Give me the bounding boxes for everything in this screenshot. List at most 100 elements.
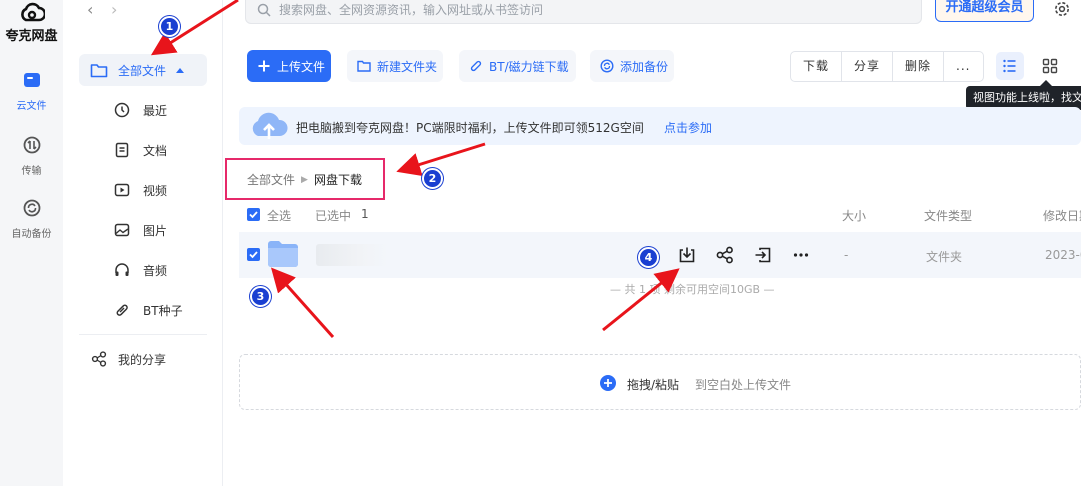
headphones-icon xyxy=(115,263,129,276)
link-icon xyxy=(116,304,128,316)
row-size: - xyxy=(844,248,849,262)
plus-icon xyxy=(258,60,270,72)
drop-hint: 到空白处上传文件 xyxy=(695,378,792,392)
row-checkbox[interactable] xyxy=(247,248,260,261)
cloud-upload-icon xyxy=(252,112,288,139)
list-icon xyxy=(1003,59,1016,73)
step-badge-2: 2 xyxy=(422,168,443,189)
rail-cloud-files[interactable]: 云文件 xyxy=(0,70,63,112)
drop-action: 拖拽/粘贴 xyxy=(627,378,680,392)
download-button[interactable]: 下载 xyxy=(791,52,843,81)
app-logo: 夸克网盘 xyxy=(0,0,63,44)
share-button[interactable]: 分享 xyxy=(842,52,894,81)
back-arrow-icon[interactable]: ‹ xyxy=(87,0,93,19)
check-icon xyxy=(249,211,258,219)
clock-icon xyxy=(114,102,130,118)
select-all-label: 全选 xyxy=(267,209,292,223)
nav-item-documents[interactable]: 文档 xyxy=(113,141,167,159)
link-icon xyxy=(470,60,482,72)
check-icon xyxy=(249,251,258,259)
rail-label: 自动备份 xyxy=(11,229,52,240)
bt-download-button[interactable]: BT/磁力链下载 xyxy=(459,50,576,82)
add-backup-label: 添加备份 xyxy=(620,59,669,74)
top-bar: ‹ › 开通超级会员 xyxy=(63,0,1081,28)
row-type: 文件夹 xyxy=(926,250,963,264)
backup-icon xyxy=(23,199,40,217)
banner-link[interactable]: 点击参加 xyxy=(664,119,712,136)
nav-all-files[interactable]: 全部文件 xyxy=(79,54,207,86)
grid-view-button[interactable] xyxy=(1036,52,1064,80)
rail-transfer[interactable]: 传输 xyxy=(0,135,63,177)
more-button[interactable]: ... xyxy=(944,52,982,81)
grid-icon xyxy=(1042,58,1058,74)
more-icon[interactable] xyxy=(791,245,811,265)
breadcrumb: 全部文件 ▶ 网盘下载 xyxy=(247,171,362,188)
breadcrumb-current: 网盘下载 xyxy=(313,173,362,187)
folder-outline-icon xyxy=(90,64,108,78)
share-icon[interactable] xyxy=(715,245,735,265)
step-badge-1: 1 xyxy=(159,16,180,37)
search-icon xyxy=(257,3,271,17)
nav-item-label: 最近 xyxy=(143,103,168,118)
nav-item-label: 图片 xyxy=(143,223,168,238)
nav-item-video[interactable]: 视频 xyxy=(113,181,167,199)
blurred-file-name xyxy=(316,244,388,266)
file-action-group: 下载 分享 删除 ... xyxy=(790,51,984,82)
nav-my-share[interactable]: 我的分享 xyxy=(90,350,166,368)
backup-icon xyxy=(600,59,614,73)
new-folder-label: 新建文件夹 xyxy=(377,59,438,74)
col-size[interactable]: 大小 xyxy=(842,207,866,224)
search-box[interactable] xyxy=(245,0,922,24)
nav-item-bt[interactable]: BT种子 xyxy=(113,301,183,319)
nav-item-images[interactable]: 图片 xyxy=(113,221,167,239)
table-header: 全选 已选中 1 大小 文件类型 修改日期 xyxy=(239,205,1081,225)
video-icon xyxy=(114,183,130,197)
left-rail: 夸克网盘 云文件 传输 自动备份 xyxy=(0,0,63,486)
nav-item-label: BT种子 xyxy=(143,303,183,318)
breadcrumb-root[interactable]: 全部文件 xyxy=(247,171,295,188)
delete-button[interactable]: 删除 xyxy=(893,52,945,81)
cloud-logo-icon xyxy=(20,2,45,22)
image-icon xyxy=(114,223,130,237)
file-nav: 全部文件 最近 文档 视频 图片 音频 BT种子 我的分享 xyxy=(63,0,223,486)
arrow-2 xyxy=(396,142,486,177)
move-icon[interactable] xyxy=(753,245,773,265)
document-icon xyxy=(115,142,129,158)
vip-button[interactable]: 开通超级会员 xyxy=(935,0,1034,22)
table-row[interactable]: - 文件夹 2023-0 xyxy=(239,232,1081,278)
rail-label: 传输 xyxy=(21,166,42,177)
chevron-right-icon: ▶ xyxy=(301,174,308,185)
banner-text: 把电脑搬到夸克网盘！PC端限时福利，上传文件即可领512G空间 xyxy=(296,121,644,135)
col-type[interactable]: 文件类型 xyxy=(924,207,972,224)
col-modified[interactable]: 修改日期 xyxy=(1043,207,1081,224)
caret-up-icon[interactable] xyxy=(176,67,185,73)
step-badge-3: 3 xyxy=(250,286,271,307)
folder-icon xyxy=(268,241,298,267)
selected-label: 已选中 xyxy=(315,209,352,223)
search-input[interactable] xyxy=(279,2,879,17)
app-name: 夸克网盘 xyxy=(5,29,58,44)
upload-button[interactable]: 上传文件 xyxy=(247,50,331,82)
arrow-3 xyxy=(271,267,335,338)
list-view-button[interactable] xyxy=(996,52,1024,80)
folder-outline-icon xyxy=(357,60,371,72)
download-icon[interactable] xyxy=(677,245,697,265)
promo-banner: 把电脑搬到夸克网盘！PC端限时福利，上传文件即可领512G空间 点击参加 xyxy=(239,107,1081,145)
add-backup-button[interactable]: 添加备份 xyxy=(590,50,674,82)
nav-item-audio[interactable]: 音频 xyxy=(113,261,167,279)
gear-icon[interactable] xyxy=(1053,0,1071,18)
upload-label: 上传文件 xyxy=(277,59,326,74)
rail-auto-backup[interactable]: 自动备份 xyxy=(0,198,63,240)
folder-icon xyxy=(23,73,40,87)
upload-drop-zone[interactable]: 拖拽/粘贴 到空白处上传文件 xyxy=(239,354,1081,410)
nav-item-label: 视频 xyxy=(143,183,168,198)
forward-arrow-icon[interactable]: › xyxy=(111,0,117,19)
plus-circle-icon xyxy=(600,375,616,391)
nav-divider xyxy=(79,334,207,335)
new-folder-button[interactable]: 新建文件夹 xyxy=(347,50,443,82)
share-icon xyxy=(91,351,107,367)
nav-item-recent[interactable]: 最近 xyxy=(113,101,167,119)
storage-summary: — 共 1 项 剩余可用空间10GB — xyxy=(610,283,775,296)
quark-drive-app: 夸克网盘 云文件 传输 自动备份 全部文件 最近 文档 视频 图片 音频 BT种… xyxy=(0,0,1081,486)
select-all-checkbox[interactable] xyxy=(247,208,260,221)
